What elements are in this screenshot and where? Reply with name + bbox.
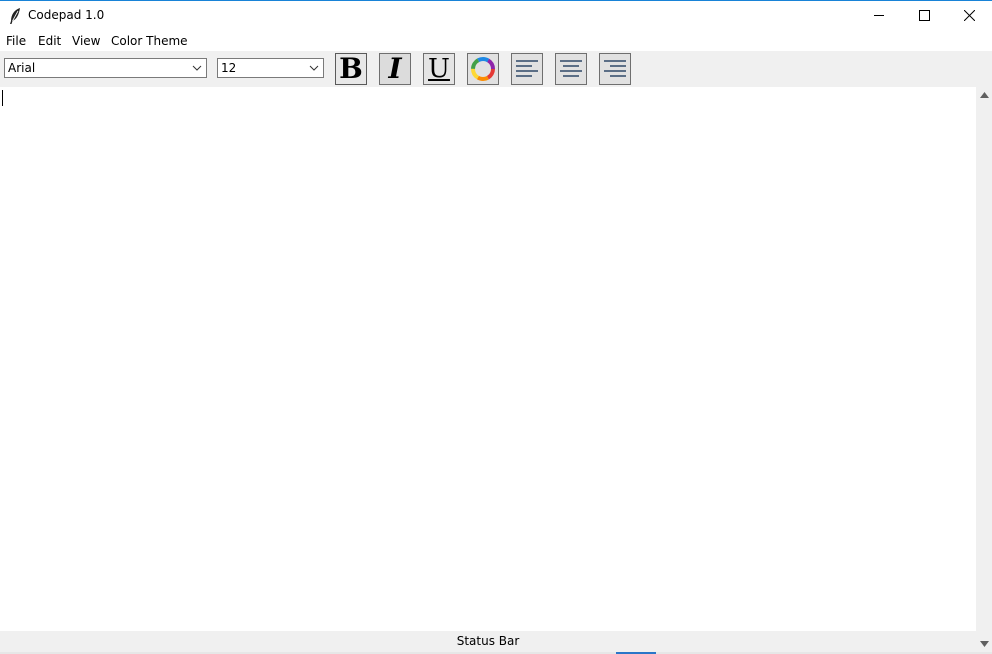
align-left-button[interactable] [511, 53, 543, 85]
close-button[interactable] [946, 1, 992, 30]
underline-button[interactable]: U [423, 53, 455, 85]
align-center-icon [560, 60, 582, 77]
status-text: Status Bar [456, 634, 520, 648]
arrow-up-icon [979, 92, 989, 98]
bold-button[interactable]: B [335, 53, 367, 85]
font-family-value: Arial [8, 61, 36, 75]
menu-edit[interactable]: Edit [38, 33, 61, 49]
menu-view[interactable]: View [72, 33, 100, 49]
italic-icon: I [388, 52, 402, 85]
feather-icon [10, 8, 20, 24]
minimize-button[interactable] [856, 1, 902, 30]
window-title: Codepad 1.0 [28, 8, 105, 22]
text-caret [2, 90, 3, 106]
menu-bar: File Edit View Color Theme [0, 31, 992, 51]
status-bar: Status Bar [0, 631, 976, 652]
minimize-icon [873, 15, 884, 16]
maximize-icon [918, 10, 930, 21]
italic-button[interactable]: I [379, 53, 411, 85]
scroll-down-button[interactable] [976, 636, 992, 652]
underline-icon: U [428, 54, 450, 84]
align-right-icon [604, 60, 626, 77]
font-size-select[interactable]: 12 [217, 58, 324, 78]
color-wheel-icon [471, 57, 495, 81]
title-bar[interactable]: Codepad 1.0 [0, 1, 992, 31]
close-icon [963, 10, 975, 21]
arrow-down-icon [979, 641, 989, 647]
chevron-down-icon [192, 65, 202, 71]
vertical-scrollbar[interactable] [976, 87, 992, 652]
align-center-button[interactable] [555, 53, 587, 85]
align-right-button[interactable] [599, 53, 631, 85]
font-family-select[interactable]: Arial [4, 58, 207, 78]
bold-icon: B [339, 52, 363, 85]
scroll-up-button[interactable] [976, 87, 992, 103]
text-editor[interactable] [0, 87, 976, 631]
color-button[interactable] [467, 53, 499, 85]
toolbar: Arial 12 B I U [0, 51, 992, 87]
chevron-down-icon [309, 65, 319, 71]
maximize-button[interactable] [901, 1, 947, 30]
align-left-icon [516, 60, 538, 77]
app-window: Codepad 1.0 File Edit View Color Theme A… [0, 0, 992, 654]
menu-file[interactable]: File [6, 33, 26, 49]
font-size-value: 12 [221, 61, 237, 75]
menu-color-theme[interactable]: Color Theme [111, 33, 188, 49]
